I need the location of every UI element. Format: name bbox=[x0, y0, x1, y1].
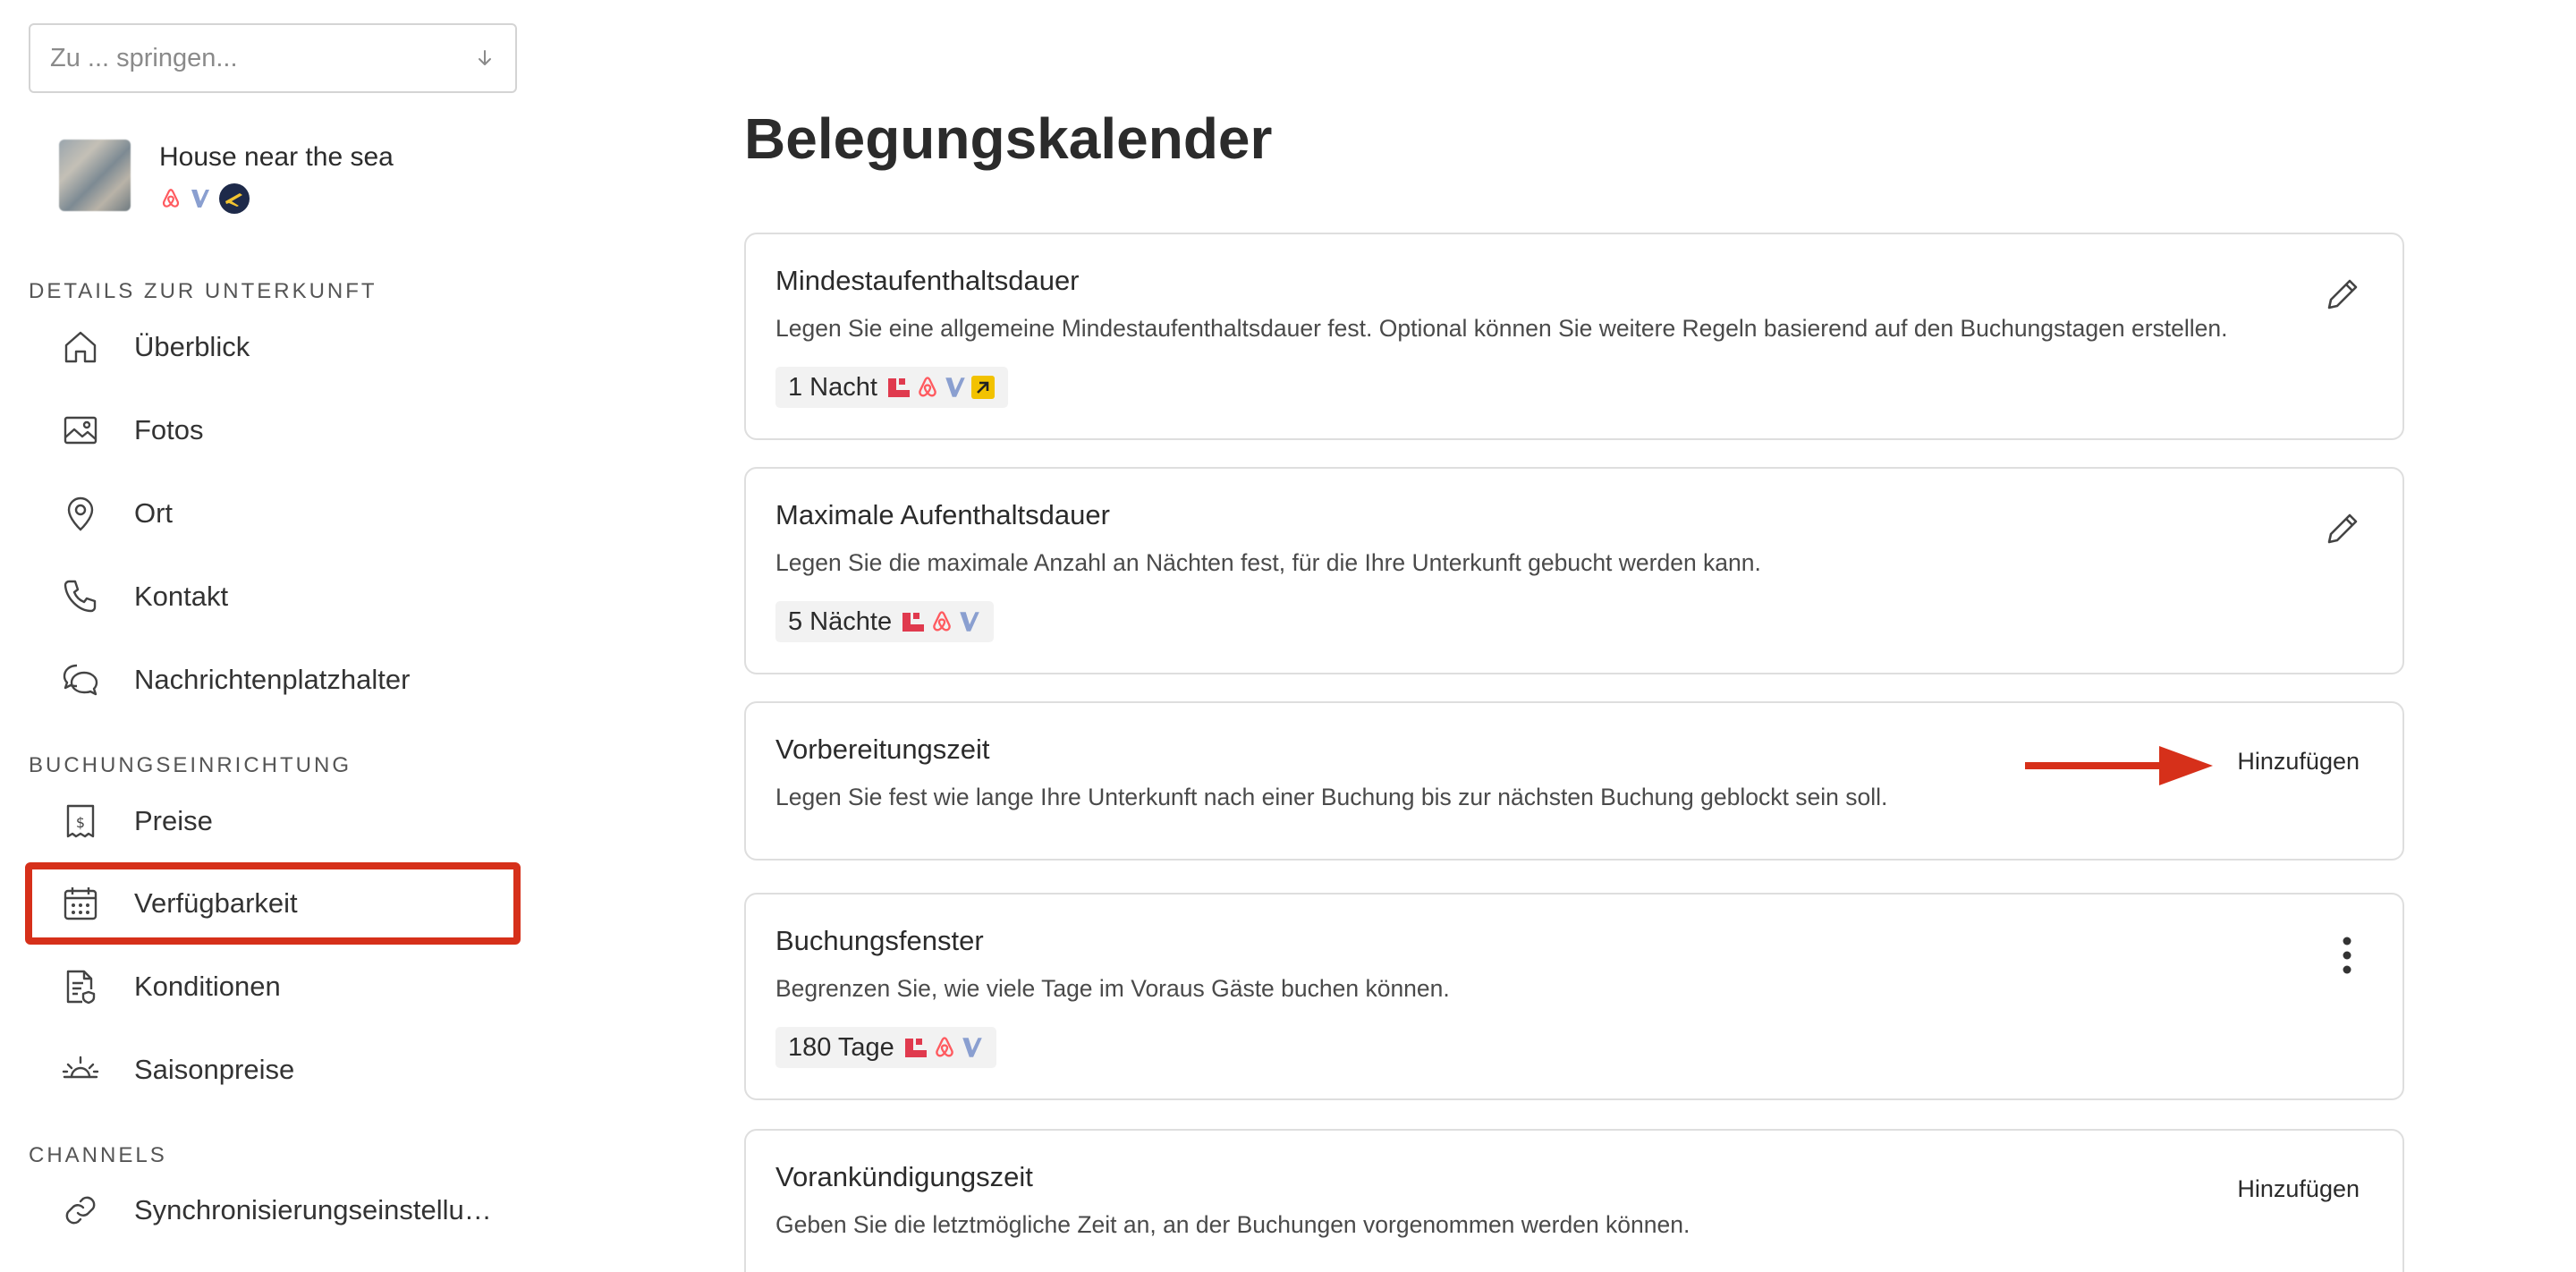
sidebar-item-label: Synchronisierungseinstellu… bbox=[134, 1194, 492, 1225]
property-name: House near the sea bbox=[159, 142, 394, 172]
card-title: Vorankündigungszeit bbox=[775, 1161, 1033, 1192]
jump-to-select[interactable]: Zu ... springen... bbox=[29, 23, 517, 93]
smoobu-icon bbox=[904, 1039, 927, 1057]
sidebar-item-prices[interactable]: $ Preise bbox=[29, 784, 517, 859]
sidebar-item-location[interactable]: Ort bbox=[29, 476, 517, 551]
jump-placeholder: Zu ... springen... bbox=[50, 43, 238, 72]
arrow-down-icon bbox=[479, 50, 491, 65]
value-chip: 5 Nächte bbox=[775, 601, 995, 642]
airbnb-icon bbox=[933, 611, 951, 632]
smoobu-icon bbox=[902, 613, 925, 632]
section-heading-details: DETAILS ZUR UNTERKUNFT bbox=[29, 279, 377, 303]
card-title: Mindestaufenthaltsdauer bbox=[775, 265, 1080, 296]
sidebar-item-message-placeholders[interactable]: Nachrichtenplatzhalter bbox=[29, 642, 517, 717]
app-page: Zu ... springen... House near the sea DE… bbox=[0, 0, 2576, 1272]
sidebar-item-label: Ort bbox=[134, 497, 174, 529]
sidebar-item-label: Saisonpreise bbox=[134, 1054, 295, 1085]
card-description: Legen Sie eine allgemeine Mindestaufenth… bbox=[775, 315, 2228, 342]
value-chip: 180 Tage bbox=[775, 1027, 996, 1068]
card-description: Legen Sie die maximale Anzahl an Nächten… bbox=[775, 549, 1761, 576]
location-pin-icon bbox=[67, 496, 94, 531]
value-chip: 1 Nacht bbox=[775, 367, 1008, 408]
property-header[interactable]: House near the sea bbox=[59, 140, 394, 215]
card-description: Legen Sie fest wie lange Ihre Unterkunft… bbox=[775, 784, 1888, 810]
sidebar-item-availability[interactable]: Verfügbarkeit bbox=[25, 862, 521, 945]
card-advance-notice: Vorankündigungszeit Geben Sie die letztm… bbox=[744, 1129, 2404, 1272]
add-button[interactable]: Hinzufügen bbox=[2237, 1175, 2360, 1203]
card-title: Maximale Aufenthaltsdauer bbox=[775, 499, 1110, 530]
calendar-icon bbox=[64, 887, 97, 920]
document-shield-icon bbox=[66, 970, 96, 1005]
sidebar: Zu ... springen... House near the sea DE… bbox=[0, 0, 537, 1272]
booking-arrow-icon bbox=[970, 376, 995, 399]
sidebar-item-label: Überblick bbox=[134, 331, 250, 362]
sidebar-item-label: Preise bbox=[134, 805, 213, 836]
sidebar-item-label: Verfügbarkeit bbox=[134, 887, 298, 919]
card-booking-window: Buchungsfenster Begrenzen Sie, wie viele… bbox=[744, 893, 2404, 1100]
section-heading-booking-setup: BUCHUNGSEINRICHTUNG bbox=[29, 753, 352, 777]
chip-value: 5 Nächte bbox=[788, 606, 893, 636]
pencil-icon[interactable] bbox=[2322, 274, 2363, 315]
sidebar-item-photos[interactable]: Fotos bbox=[29, 393, 517, 468]
sidebar-item-overview[interactable]: Überblick bbox=[29, 310, 517, 385]
price-tag-icon: $ bbox=[66, 804, 95, 838]
sidebar-item-label: Fotos bbox=[134, 414, 204, 445]
phone-icon bbox=[64, 580, 97, 613]
sidebar-item-sync-settings[interactable]: Synchronisierungseinstellu… bbox=[29, 1173, 517, 1248]
card-title: Vorbereitungszeit bbox=[775, 734, 990, 765]
sidebar-item-conditions[interactable]: Konditionen bbox=[29, 949, 517, 1024]
sidebar-item-label: Kontakt bbox=[134, 581, 229, 612]
airbnb-icon bbox=[162, 189, 180, 208]
vrbo-icon bbox=[960, 612, 979, 632]
home-icon bbox=[64, 331, 97, 363]
sidebar-item-seasonal-prices[interactable]: Saisonpreise bbox=[29, 1032, 517, 1107]
sidebar-item-label: Konditionen bbox=[134, 971, 281, 1002]
airbnb-icon bbox=[919, 377, 936, 397]
card-description: Geben Sie die letztmögliche Zeit an, an … bbox=[775, 1211, 1690, 1238]
smoobu-icon bbox=[887, 378, 910, 397]
add-button[interactable]: Hinzufügen bbox=[2237, 748, 2360, 776]
chip-value: 1 Nacht bbox=[788, 372, 877, 402]
red-arrow-annotation bbox=[2025, 746, 2213, 785]
more-options-icon[interactable] bbox=[2342, 936, 2352, 975]
card-title: Buchungsfenster bbox=[775, 925, 984, 956]
svg-text:$: $ bbox=[76, 814, 85, 831]
chat-bubbles-icon bbox=[63, 664, 98, 696]
sidebar-item-label: Nachrichtenplatzhalter bbox=[134, 664, 411, 695]
link-icon bbox=[65, 1196, 96, 1225]
chip-value: 180 Tage bbox=[788, 1032, 894, 1062]
card-min-stay: Mindestaufenthaltsdauer Legen Sie eine a… bbox=[744, 233, 2404, 440]
image-icon bbox=[64, 416, 97, 445]
page-title: Belegungskalender bbox=[744, 106, 1273, 171]
sun-icon bbox=[62, 1056, 99, 1079]
card-max-stay: Maximale Aufenthaltsdauer Legen Sie die … bbox=[744, 467, 2404, 674]
vrbo-icon bbox=[191, 190, 209, 208]
vrbo-icon bbox=[962, 1038, 982, 1057]
pencil-icon[interactable] bbox=[2322, 508, 2363, 549]
section-heading-channels: CHANNELS bbox=[29, 1143, 167, 1167]
card-preparation-time: Vorbereitungszeit Legen Sie fest wie lan… bbox=[744, 701, 2404, 861]
vrbo-icon bbox=[945, 377, 965, 397]
airbnb-icon bbox=[936, 1037, 953, 1057]
card-description: Begrenzen Sie, wie viele Tage im Voraus … bbox=[775, 975, 1450, 1002]
sidebar-item-contact[interactable]: Kontakt bbox=[29, 559, 517, 634]
expedia-icon bbox=[219, 183, 250, 214]
property-thumbnail bbox=[59, 140, 131, 211]
